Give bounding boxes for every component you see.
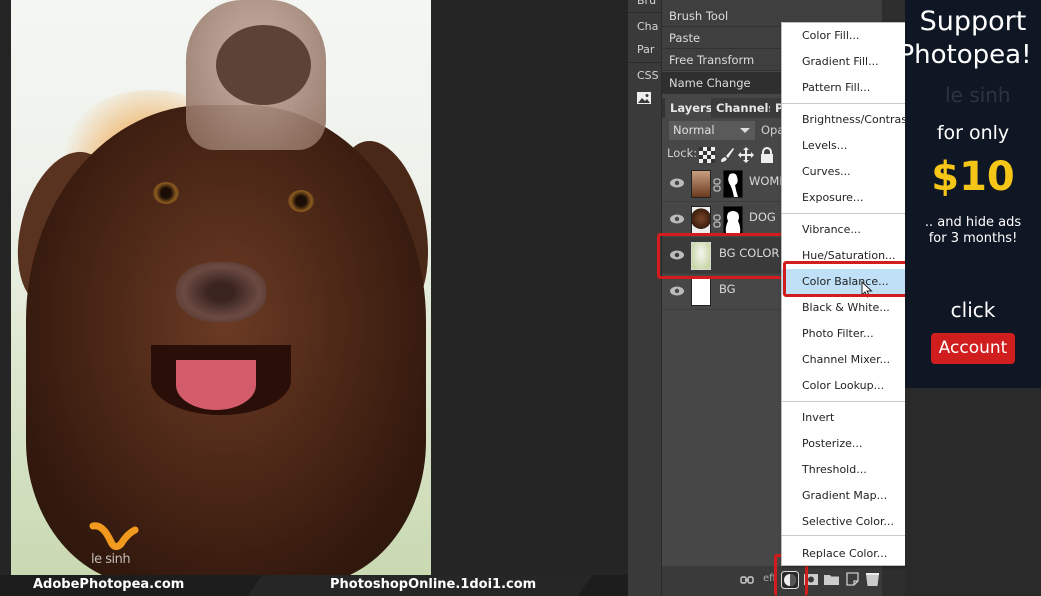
menu-item-invert[interactable]: Invert [782, 405, 923, 430]
blend-mode-value: Normal [673, 123, 715, 137]
eye-icon[interactable] [670, 250, 684, 260]
layer-mask-thumbnail[interactable] [723, 206, 743, 234]
dog-eye-left [153, 182, 179, 204]
dog-eye-right [288, 190, 314, 212]
lock-all-icon[interactable] [759, 147, 775, 163]
menu-item-curves[interactable]: Curves... [782, 159, 923, 184]
layer-thumbnail [691, 170, 711, 198]
ad-line-support: Support [919, 6, 1027, 37]
layer-thumbnail [691, 206, 711, 234]
support-ad[interactable]: Support Photopea! for only $10 .. and hi… [905, 0, 1041, 388]
dog-head [26, 105, 426, 575]
eye-icon[interactable] [670, 286, 684, 296]
menu-item-vibrance[interactable]: Vibrance... [782, 217, 923, 242]
puppy-figure [216, 25, 311, 105]
account-button[interactable]: Account [931, 333, 1015, 364]
lock-label: Lock: [667, 146, 698, 160]
adjustment-layer-icon[interactable] [781, 571, 799, 589]
ad-line-months: for 3 months! [928, 231, 1018, 246]
menu-item-black-white[interactable]: Black & White... [782, 295, 923, 320]
tab-layers[interactable]: Layers [665, 98, 718, 118]
ad-price: $10 [931, 154, 1015, 200]
layers-footer: eff [662, 566, 882, 596]
menu-item-color-lookup[interactable]: Color Lookup... [782, 373, 923, 398]
chain-link-icon[interactable] [713, 214, 721, 228]
menu-item-posterize[interactable]: Posterize... [782, 431, 923, 456]
menu-separator [782, 213, 923, 214]
menu-item-exposure[interactable]: Exposure... [782, 185, 923, 210]
layer-mask-thumbnail[interactable] [723, 170, 743, 198]
menu-item-photo-filter[interactable]: Photo Filter... [782, 321, 923, 346]
mouse-cursor-icon [861, 281, 873, 298]
banner-left-text: AdobePhotopea.com [33, 577, 185, 592]
chain-link-icon[interactable] [713, 178, 721, 192]
lock-move-icon[interactable] [738, 147, 754, 163]
ad-watermark: le sinh [945, 83, 1011, 107]
menu-item-selective-color[interactable]: Selective Color... [782, 509, 923, 534]
layer-thumbnail [691, 278, 711, 306]
strip-character[interactable]: Cha [628, 20, 662, 33]
ad-click-text: click [950, 298, 996, 322]
menu-separator [782, 535, 923, 536]
menu-item-hue-saturation[interactable]: Hue/Saturation... [782, 243, 923, 268]
dog-tongue [176, 360, 256, 410]
strip-css[interactable]: CSS [628, 69, 662, 82]
lock-transparency-icon[interactable] [699, 147, 715, 163]
bottom-banner: AdobePhotopea.com PhotoshopOnline.1doi1.… [0, 575, 628, 596]
ad-line-hide-ads: .. and hide ads [924, 215, 1022, 230]
menu-item-levels[interactable]: Levels... [782, 133, 923, 158]
trash-icon[interactable] [866, 572, 879, 586]
ad-below-area [905, 388, 1041, 596]
menu-item-brightness-contrast[interactable]: Brightness/Contrast... [782, 107, 923, 132]
chevron-down-icon [740, 128, 750, 133]
ad-line-photopea: Photopea! [905, 40, 1032, 70]
ad-line-for-only: for only [936, 122, 1010, 144]
layer-thumbnail [691, 242, 711, 270]
menu-item-replace-color[interactable]: Replace Color... [782, 541, 923, 566]
mask-icon[interactable] [804, 574, 818, 585]
menu-item-gradient-map[interactable]: Gradient Map... [782, 483, 923, 508]
eye-icon[interactable] [670, 214, 684, 224]
layer-name: BG COLOR [719, 246, 780, 260]
document-canvas[interactable]: le sinh [11, 0, 431, 575]
new-layer-icon[interactable] [846, 572, 859, 586]
link-icon[interactable] [740, 576, 754, 584]
menu-item-color-fill[interactable]: Color Fill... [782, 23, 923, 48]
strip-image[interactable] [628, 92, 662, 107]
eye-icon[interactable] [670, 178, 684, 188]
menu-separator [782, 103, 923, 104]
menu-item-gradient-fill[interactable]: Gradient Fill... [782, 49, 923, 74]
menu-item-pattern-fill[interactable]: Pattern Fill... [782, 75, 923, 100]
strip-paragraph[interactable]: Par [628, 43, 662, 56]
canvas-area[interactable]: le sinh [0, 0, 628, 596]
lock-brush-icon[interactable] [719, 147, 735, 163]
banner-right-text: PhotoshopOnline.1doi1.com [330, 577, 537, 592]
layer-name: DOG [749, 210, 776, 224]
blend-mode-select[interactable]: Normal [669, 121, 755, 140]
menu-item-threshold[interactable]: Threshold... [782, 457, 923, 482]
panel-strip: Bru Cha Par CSS [628, 0, 662, 596]
adjustment-layer-menu: Color Fill... Gradient Fill... Pattern F… [781, 22, 924, 566]
menu-item-color-balance[interactable]: Color Balance... [782, 269, 923, 294]
folder-icon[interactable] [824, 574, 839, 585]
menu-item-channel-mixer[interactable]: Channel Mixer... [782, 347, 923, 372]
strip-brush[interactable]: Bru [628, 0, 662, 7]
effects-icon[interactable]: eff [763, 573, 776, 584]
menu-separator [782, 401, 923, 402]
image-icon [637, 92, 651, 104]
watermark-text: le sinh [91, 552, 131, 567]
layer-name: BG [719, 282, 736, 296]
dog-nose [176, 262, 266, 322]
